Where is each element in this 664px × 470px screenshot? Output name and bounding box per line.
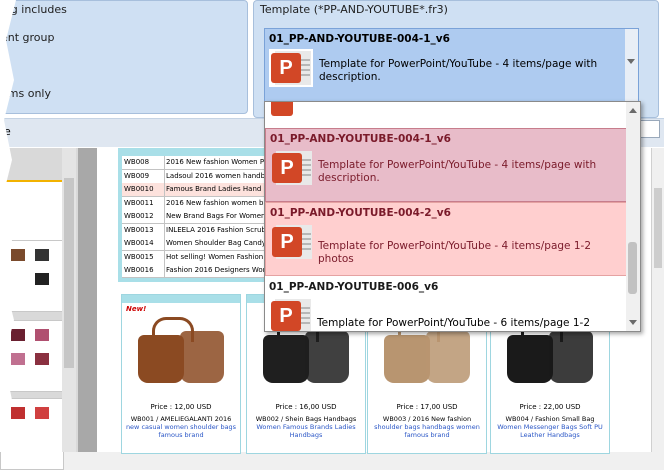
dropdown-item-desc: Template for PowerPoint/YouTube - 6 item…: [317, 317, 590, 331]
dropdown-item-006[interactable]: 01_PP-AND-YOUTUBE-006_v6 P Template for …: [265, 277, 626, 331]
product-code: WB0014: [122, 237, 165, 250]
product-description: INLEELA 2016 Fashion Scrub: [166, 225, 266, 234]
combo-dropdown-button[interactable]: [625, 28, 639, 102]
product-title-line: WB004 / Fashion Small Bag: [505, 415, 595, 423]
product-price: Price : 16,00 USD: [275, 403, 337, 411]
preview-scrollbar[interactable]: [651, 148, 664, 452]
combo-template-desc: Template for PowerPoint/YouTube - 4 item…: [319, 58, 598, 70]
thumbnail-scrollbar[interactable]: [62, 148, 76, 452]
product-description: New Brand Bags For Women: [166, 212, 266, 220]
product-code: WB0011: [122, 196, 165, 210]
template-group-title: Template (*PP-AND-YOUTUBE*.fr3): [260, 3, 448, 16]
powerpoint-icon: P: [270, 149, 314, 187]
product-title: WB004 / Fashion Small Bag Women Messenger…: [493, 415, 607, 439]
powerpoint-icon: [267, 102, 293, 120]
product-desc-line: Women Messenger Bags Soft PU Leather Han…: [497, 423, 603, 439]
product-desc-line: new casual women shoulder bags famous br…: [125, 423, 237, 439]
scroll-down-icon[interactable]: [629, 320, 637, 325]
product-price: Price : 22,00 USD: [519, 403, 581, 411]
product-description: Famous Brand Ladies Hand B: [166, 185, 269, 193]
product-title: WB002 / Shein Bags Handbags Women Famous …: [249, 415, 363, 439]
product-code: WB0013: [122, 223, 165, 237]
catalog-group-box: log includes ent group e ems only: [0, 0, 248, 114]
dropdown-item-desc-2: description.: [318, 172, 380, 184]
product-description: Hot selling! Women Fashion S: [166, 252, 270, 261]
combo-template-desc-2: description.: [319, 71, 381, 83]
chevron-down-icon: [627, 59, 635, 64]
product-title: WB001 / AMELIEGALANTI 2016 new casual wom…: [124, 415, 238, 439]
powerpoint-icon: P: [270, 223, 314, 261]
product-title-line: WB002 / Shein Bags Handbags: [255, 415, 357, 423]
powerpoint-icon: P: [269, 297, 313, 331]
product-code: WB009: [122, 169, 165, 183]
product-price: Price : 12,00 USD: [150, 403, 212, 411]
dropdown-item-desc: Template for PowerPoint/YouTube - 4 item…: [318, 159, 597, 171]
torn-edge: [0, 0, 16, 452]
product-title-line: WB003 / 2016 New fashion: [382, 415, 472, 423]
new-badge: New!: [126, 305, 147, 313]
product-desc-line: Women Famous Brands Ladies Handbags: [256, 423, 356, 439]
product-title-line: WB001 / AMELIEGALANTI 2016: [130, 415, 232, 423]
template-dropdown-list[interactable]: 01_PP-AND-YOUTUBE-004-1_v6 P Template fo…: [264, 101, 641, 332]
dropdown-scrollbar[interactable]: [626, 102, 640, 331]
powerpoint-icon: P: [269, 49, 313, 87]
dropdown-item-004-1[interactable]: 01_PP-AND-YOUTUBE-004-1_v6 P Template fo…: [265, 128, 628, 202]
product-code: WB0010: [122, 183, 165, 196]
product-code: WB0015: [122, 250, 165, 264]
dropdown-item-desc: Template for PowerPoint/YouTube - 4 item…: [318, 240, 591, 265]
product-description: 2016 New fashion Women Pu: [166, 158, 269, 166]
dropdown-item-004-2[interactable]: 01_PP-AND-YOUTUBE-004-2_v6 P Template fo…: [265, 202, 628, 276]
product-desc-line: shoulder bags handbags women famous bran…: [374, 423, 480, 439]
product-code: WB0012: [122, 210, 165, 223]
product-price: Price : 17,00 USD: [396, 403, 458, 411]
dropdown-item-name: 01_PP-AND-YOUTUBE-004-1_v6: [270, 133, 451, 145]
dropdown-item-name: 01_PP-AND-YOUTUBE-004-2_v6: [270, 207, 451, 219]
product-description: 2016 New fashion women bag: [166, 198, 273, 207]
product-code: WB008: [122, 156, 165, 169]
combo-template-name: 01_PP-AND-YOUTUBE-004-1_v6: [269, 33, 450, 45]
product-description: Fashion 2016 Designers Wom: [166, 266, 270, 274]
product-title: WB003 / 2016 New fashion shoulder bags ha…: [370, 415, 484, 439]
dropdown-item-name: 01_PP-AND-YOUTUBE-006_v6: [269, 281, 439, 293]
product-description: Women Shoulder Bag Candy 1: [166, 239, 273, 247]
product-description: Ladsoul 2016 women handbag: [166, 171, 274, 180]
template-combobox[interactable]: 01_PP-AND-YOUTUBE-004-1_v6 P Template fo…: [264, 28, 638, 102]
product-card: New! Price : 12,00 USD WB001 / AMELIEGALAN…: [121, 294, 241, 454]
scroll-up-icon[interactable]: [629, 108, 637, 113]
product-code: WB0016: [122, 264, 165, 277]
scroll-thumb[interactable]: [628, 242, 637, 294]
